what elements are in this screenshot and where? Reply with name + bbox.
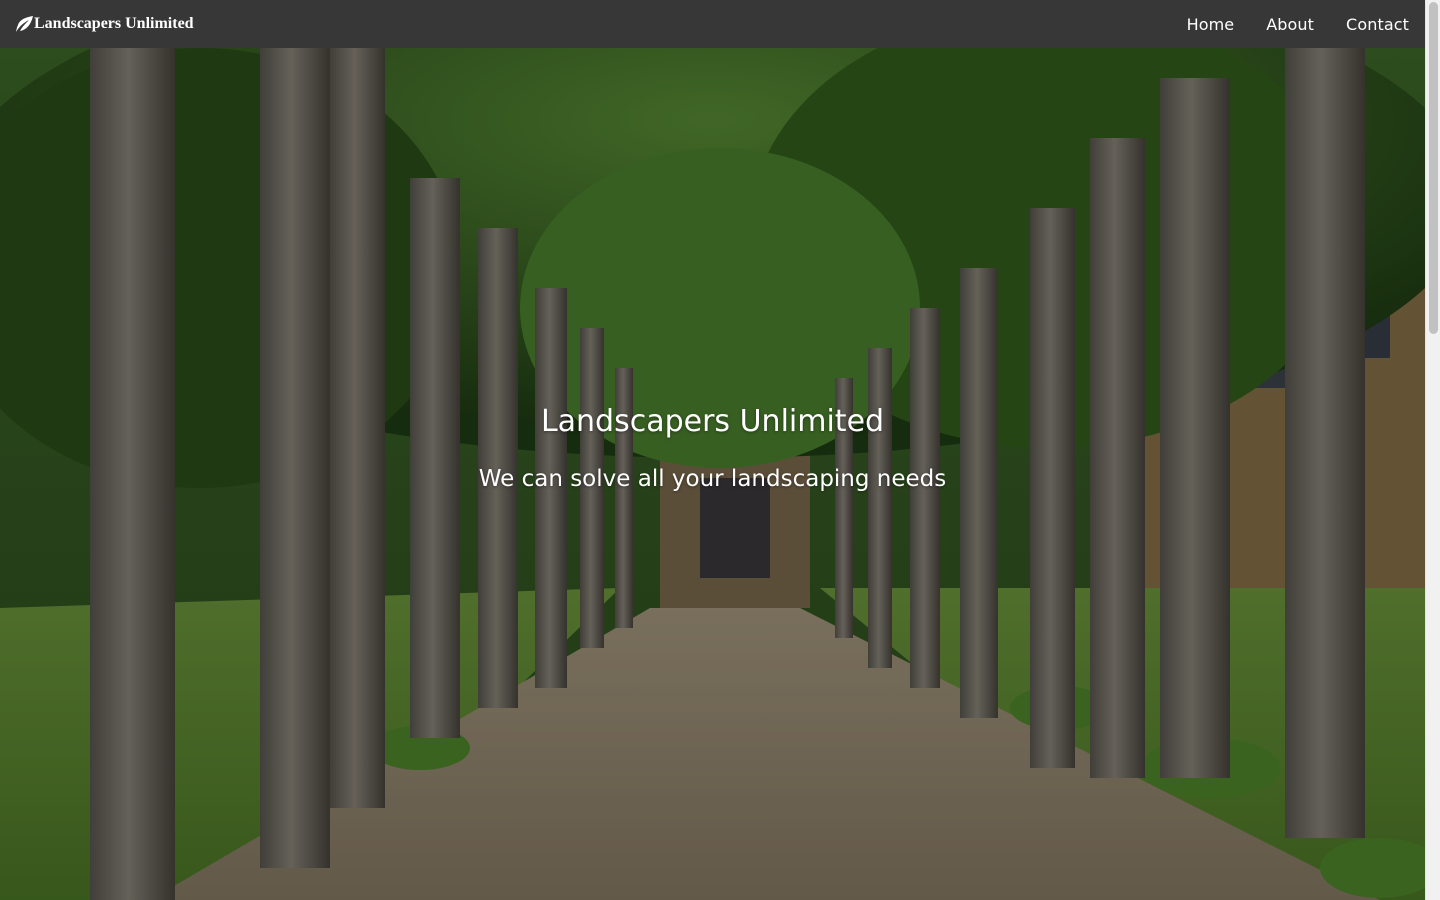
nav-contact-link[interactable]: Contact	[1346, 15, 1409, 34]
hero-section: Landscapers Unlimited We can solve all y…	[0, 48, 1425, 900]
leaf-icon	[15, 15, 34, 33]
brand-link[interactable]: Landscapers Unlimited	[0, 15, 194, 33]
nav-about-link[interactable]: About	[1266, 15, 1314, 34]
hero-subtitle: We can solve all your landscaping needs	[478, 466, 947, 492]
navbar: Landscapers Unlimited Home About Contact	[0, 0, 1425, 48]
nav-links: Home About Contact	[1155, 15, 1425, 34]
scrollbar-thumb[interactable]	[1429, 2, 1438, 334]
hero-title: Landscapers Unlimited	[540, 404, 885, 439]
brand-name: Landscapers Unlimited	[34, 15, 194, 32]
page-scrollbar[interactable]	[1425, 0, 1440, 900]
nav-home-link[interactable]: Home	[1187, 15, 1235, 34]
